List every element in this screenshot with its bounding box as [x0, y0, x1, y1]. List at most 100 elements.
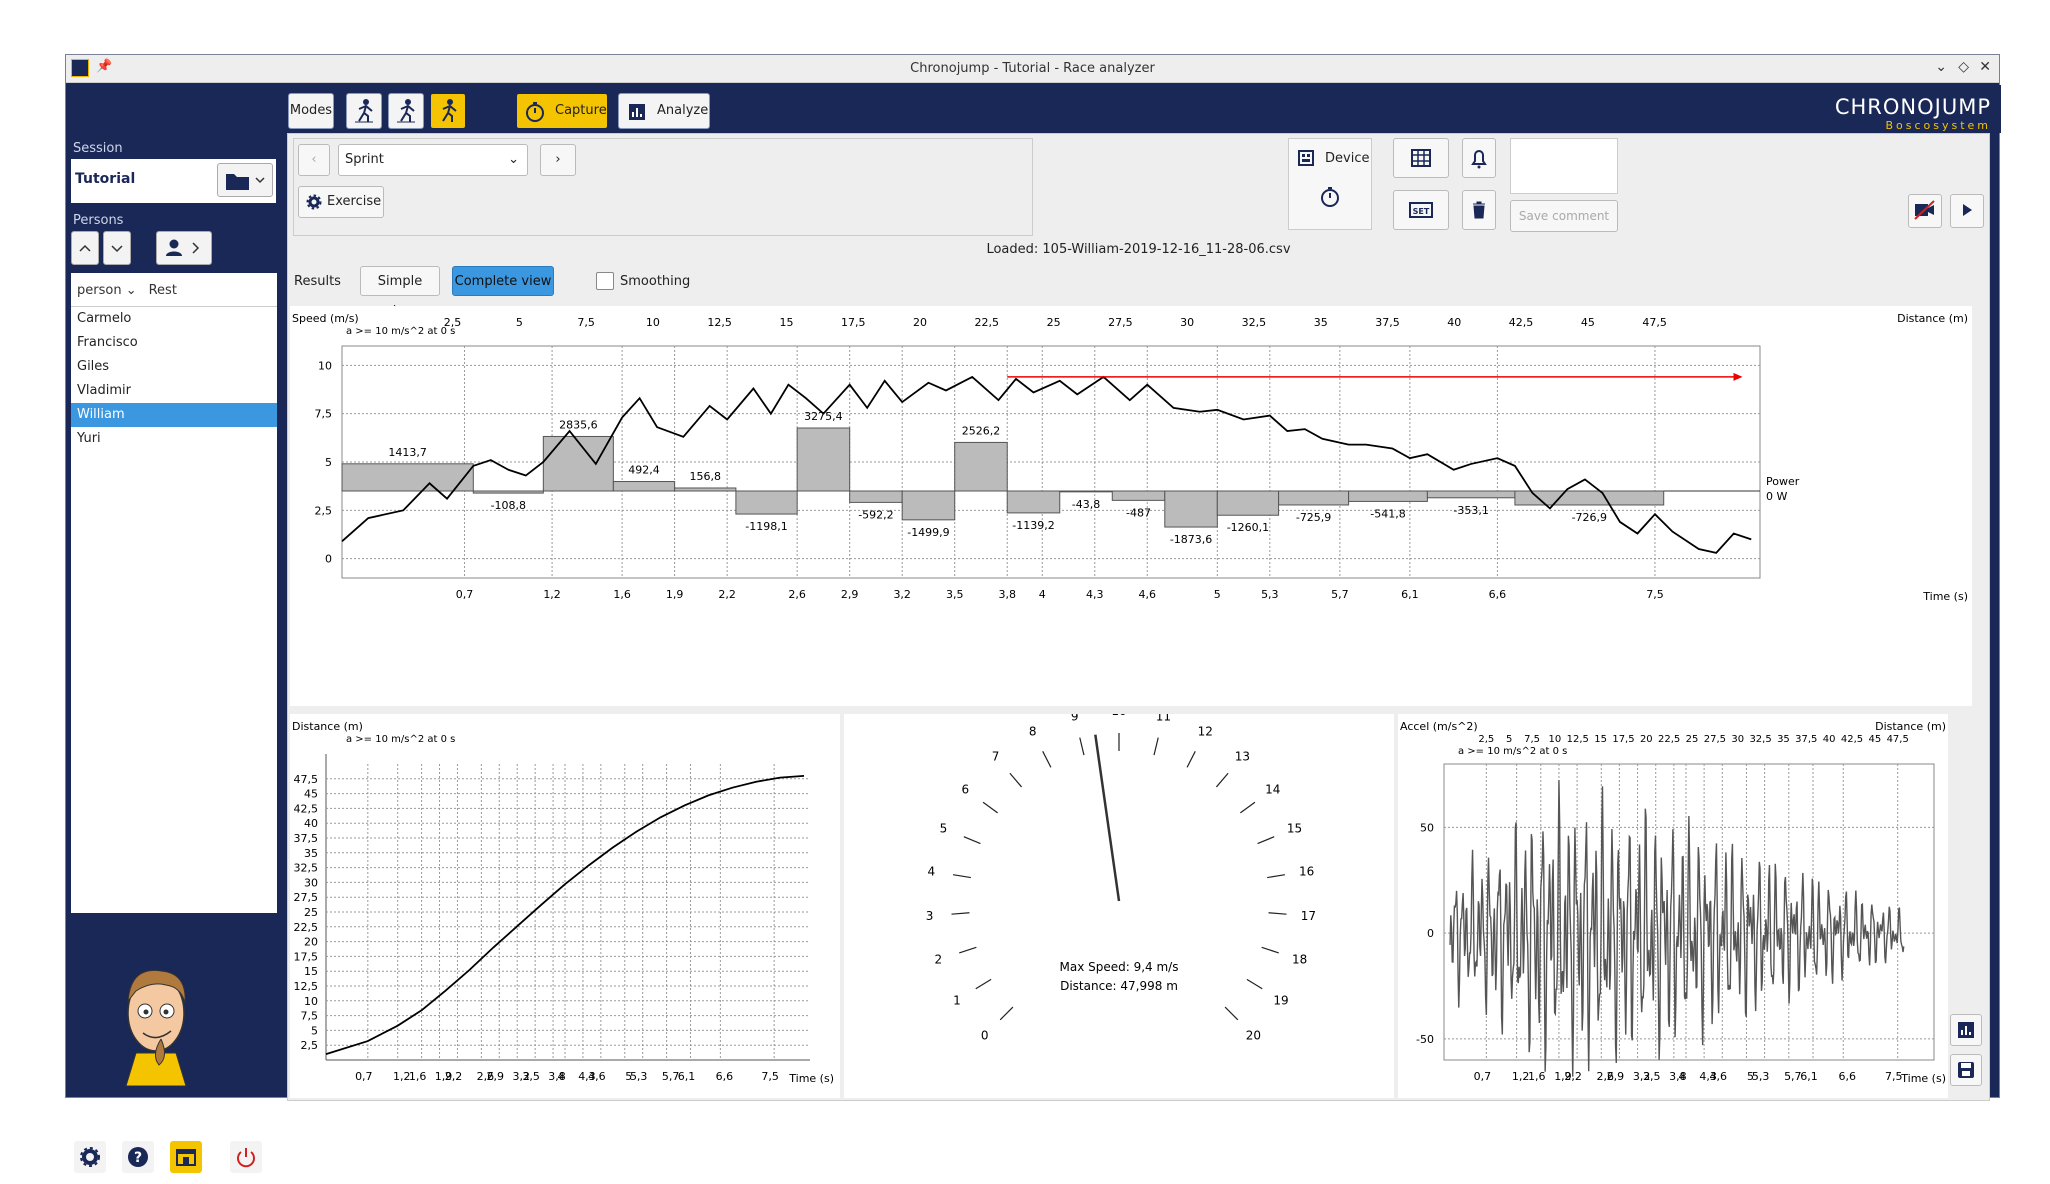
x-tick-label: 0,7	[355, 1070, 373, 1083]
column-header-rest[interactable]: Rest	[143, 273, 183, 306]
set-icon: SET	[1409, 202, 1433, 218]
session-folder-button[interactable]	[217, 163, 273, 197]
settings-button[interactable]	[74, 1141, 106, 1173]
x-tick-label: 2,9	[487, 1070, 505, 1083]
acceleration-chart: -500500,7 1,21,6 1,92,2 2,62,9 3,23,5 3,84 4,3…	[1400, 720, 1946, 1085]
distance-tick-label: 15	[1594, 734, 1607, 745]
speed-power-chart-panel: 0 2,5 5 7,5 10 0,7 1,2 1,6 1,9 2,2 2,6 2,9 3,2 3,5 3,8…	[290, 306, 1972, 706]
power-bar	[1059, 490, 1113, 493]
list-item[interactable]: Giles	[71, 355, 277, 379]
speed-gauge-panel: 01234567891011121314151617181920Max Spee…	[844, 704, 1394, 1098]
mode-run-intervals-button[interactable]	[388, 93, 424, 129]
store-button[interactable]	[170, 1141, 202, 1173]
gauge-tick	[959, 946, 977, 954]
gauge-tick	[1257, 836, 1275, 845]
quit-button[interactable]	[230, 1141, 262, 1173]
simple-view-button[interactable]: Simple view	[360, 266, 440, 319]
close-icon[interactable]: ✕	[1979, 59, 1991, 75]
chevron-left-icon: ‹	[311, 152, 317, 167]
next-test-button[interactable]: ›	[540, 144, 576, 176]
column-person-label: person	[77, 283, 122, 298]
camera-button[interactable]	[1908, 194, 1942, 228]
x-tick-label: 5,7	[1784, 1070, 1802, 1083]
sort-chevron-icon: ⌄	[125, 283, 137, 298]
gauge-tick	[1246, 978, 1263, 990]
distance-tick-label: 10	[1549, 734, 1562, 745]
power-bar	[901, 490, 956, 521]
delete-button[interactable]	[1462, 190, 1496, 230]
gauge-tick	[1215, 772, 1229, 788]
smoothing-label: Smoothing	[620, 274, 691, 289]
x-tick-label: 0,7	[456, 588, 474, 601]
analyze-button[interactable]: Analyze	[618, 93, 710, 129]
chevron-down-icon: ⌄	[508, 152, 519, 167]
y-tick-label: 27,5	[294, 891, 319, 904]
distance-tick-label: 15	[779, 316, 793, 329]
distance-tick-label: 37,5	[1795, 734, 1817, 745]
person-down-button[interactable]	[103, 231, 131, 265]
device-button[interactable]: Device	[1288, 138, 1372, 230]
distance-tick-label: 47,5	[1887, 734, 1909, 745]
y-axis-label: Distance (m)	[292, 720, 363, 733]
x-tick-label: 1,6	[409, 1070, 427, 1083]
power-bar	[954, 441, 1008, 492]
y-tick-label: -50	[1416, 1033, 1434, 1046]
x-tick-label: 4	[558, 1070, 565, 1083]
y-tick-label: 42,5	[294, 802, 319, 815]
bell-button[interactable]	[1462, 138, 1496, 178]
list-item[interactable]: Francisco	[71, 331, 277, 355]
power-zero-label: 0 W	[1766, 490, 1787, 503]
comment-textarea[interactable]	[1510, 138, 1618, 194]
exercise-button[interactable]: Exercise	[298, 186, 384, 218]
power-bar-label: -541,8	[1370, 507, 1405, 520]
modes-button[interactable]: Modes	[288, 93, 334, 129]
distance-text: Distance: 47,998 m	[1060, 979, 1178, 993]
gauge-tick-label: 19	[1273, 993, 1288, 1007]
power-bar	[1278, 490, 1350, 506]
list-item[interactable]: Carmelo	[71, 307, 277, 331]
list-item[interactable]: Vladimir	[71, 379, 277, 403]
top-axis-label: Distance (m)	[1875, 720, 1946, 733]
mode-run-simple-button[interactable]	[346, 93, 382, 129]
test-select[interactable]: Sprint ⌄	[338, 144, 528, 176]
save-comment-button[interactable]: Save comment	[1510, 200, 1618, 232]
minimize-icon[interactable]: ⌄	[1935, 59, 1947, 75]
sidebar: Session Tutorial Persons person ⌄ Rest C…	[66, 83, 278, 1173]
power-bar-label: -1198,1	[745, 520, 787, 533]
list-item-selected[interactable]: William	[71, 403, 277, 427]
previous-test-button[interactable]: ‹	[298, 144, 330, 176]
y-tick-label: 12,5	[294, 980, 319, 993]
set-button[interactable]: SET	[1393, 190, 1449, 230]
power-bar-label: -725,9	[1296, 511, 1331, 524]
distance-tick-label: 30	[1731, 734, 1744, 745]
gauge-tick-label: 11	[1156, 714, 1171, 723]
chart-options-button[interactable]	[1950, 1014, 1982, 1046]
app-window: 📌 Chronojump - Tutorial - Race analyzer …	[65, 54, 2001, 1173]
list-item[interactable]: Yuri	[71, 427, 277, 451]
runner-icon	[397, 99, 415, 123]
y-tick-label: 50	[1420, 821, 1434, 834]
x-axis-label: Time (s)	[1922, 590, 1968, 603]
x-tick-label: 2,2	[445, 1070, 463, 1083]
y-axis-label: Accel (m/s^2)	[1400, 720, 1478, 733]
mode-race-analyzer-button[interactable]	[430, 93, 466, 129]
threshold-note: a >= 10 m/s^2 at 0 s	[1458, 746, 1567, 757]
column-header-person[interactable]: person ⌄	[71, 273, 143, 306]
distance-tick-label: 25	[1047, 316, 1061, 329]
svg-text:SET: SET	[1413, 207, 1430, 216]
bar-chart-icon	[629, 104, 645, 120]
maximize-icon[interactable]: ◇	[1958, 59, 1969, 75]
distance-tick-label: 5	[516, 316, 523, 329]
play-button[interactable]	[1950, 194, 1984, 228]
person-menu-button[interactable]	[156, 231, 212, 265]
trash-icon	[1473, 201, 1485, 219]
power-bar	[1006, 490, 1061, 514]
save-image-button[interactable]	[1950, 1054, 1982, 1086]
complete-view-button[interactable]: Complete view	[452, 266, 554, 296]
x-tick-label: 1,2	[393, 1070, 411, 1083]
person-up-button[interactable]	[71, 231, 99, 265]
table-view-button[interactable]	[1393, 138, 1449, 178]
capture-button[interactable]: Capture	[516, 93, 608, 129]
smoothing-checkbox[interactable]	[596, 272, 614, 290]
help-button[interactable]: ?	[122, 1141, 154, 1173]
